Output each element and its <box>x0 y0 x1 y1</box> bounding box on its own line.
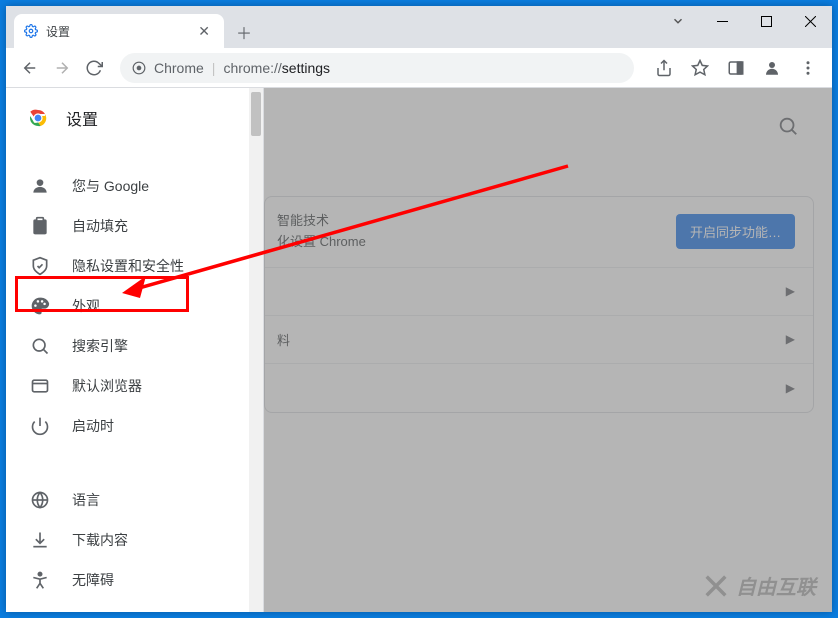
chrome-indicator-icon <box>132 61 146 75</box>
accessibility-icon <box>30 570 50 590</box>
url-path: chrome://settings <box>223 60 330 76</box>
sidebar-item-label: 自动填充 <box>72 216 128 236</box>
toolbar: Chrome | chrome://settings <box>6 48 832 88</box>
reload-button[interactable] <box>78 52 110 84</box>
sidebar-item-label: 默认浏览器 <box>72 376 142 396</box>
sidebar-item-appearance[interactable]: 外观 <box>6 286 263 326</box>
profile-button[interactable] <box>756 52 788 84</box>
sidebar-item-search-engine[interactable]: 搜索引擎 <box>6 326 263 366</box>
sidebar-item-label: 系统 <box>72 610 100 612</box>
chrome-logo-icon <box>26 106 50 130</box>
window-controls <box>656 6 832 36</box>
browser-icon <box>30 376 50 396</box>
sidebar-items-primary: 您与 Google 自动填充 隐私设置和安全性 外观 搜索引擎 <box>6 144 263 612</box>
browser-tab[interactable]: 设置 ✕ <box>14 14 224 48</box>
download-icon <box>30 530 50 550</box>
dimmed-overlay <box>264 88 832 612</box>
share-button[interactable] <box>648 52 680 84</box>
bookmark-button[interactable] <box>684 52 716 84</box>
clipboard-icon <box>30 216 50 236</box>
sidebar-item-label: 启动时 <box>72 416 114 436</box>
gear-icon <box>24 24 38 38</box>
sidebar-item-downloads[interactable]: 下载内容 <box>6 520 263 560</box>
shield-icon <box>30 256 50 276</box>
sidebar-item-on-startup[interactable]: 启动时 <box>6 406 263 446</box>
globe-icon <box>30 490 50 510</box>
minimize-button[interactable] <box>700 6 744 36</box>
sidebar-scrollbar[interactable] <box>249 88 263 612</box>
sidebar-item-label: 下载内容 <box>72 530 128 550</box>
settings-sidebar: 设置 您与 Google 自动填充 隐私设置和安全性 外观 <box>6 88 264 612</box>
sidebar-item-label: 搜索引擎 <box>72 336 128 356</box>
scrollbar-thumb[interactable] <box>251 92 261 136</box>
sidebar-title: 设置 <box>66 106 98 130</box>
palette-icon <box>30 296 50 316</box>
browser-window: 设置 ✕ ＋ <box>6 6 832 612</box>
sidebar-item-autofill[interactable]: 自动填充 <box>6 206 263 246</box>
url-host: Chrome <box>154 60 204 76</box>
sidebar-item-default-browser[interactable]: 默认浏览器 <box>6 366 263 406</box>
sidebar-item-label: 您与 Google <box>72 176 149 196</box>
sidebar-item-label: 语言 <box>72 490 100 510</box>
sidebar-item-privacy[interactable]: 隐私设置和安全性 <box>6 246 263 286</box>
sidebar-item-label: 隐私设置和安全性 <box>72 256 184 276</box>
new-tab-button[interactable]: ＋ <box>230 18 258 46</box>
sidebar-item-you-and-google[interactable]: 您与 Google <box>6 166 263 206</box>
sidebar-item-label: 无障碍 <box>72 570 114 590</box>
close-button[interactable] <box>788 6 832 36</box>
settings-main: 智能技术 化设置 Chrome 开启同步功能… ▶ 料▶ ▶ <box>264 88 832 612</box>
sidebar-item-accessibility[interactable]: 无障碍 <box>6 560 263 600</box>
side-panel-button[interactable] <box>720 52 752 84</box>
power-icon <box>30 416 50 436</box>
sidebar-item-system[interactable]: 系统 <box>6 600 263 612</box>
person-icon <box>30 176 50 196</box>
wrench-icon <box>30 610 50 612</box>
tab-title: 设置 <box>46 23 194 40</box>
maximize-button[interactable] <box>744 6 788 36</box>
search-icon <box>30 336 50 356</box>
titlebar: 设置 ✕ ＋ <box>6 6 832 48</box>
sidebar-item-languages[interactable]: 语言 <box>6 480 263 520</box>
sidebar-item-label: 外观 <box>72 296 100 316</box>
content-area: 设置 您与 Google 自动填充 隐私设置和安全性 外观 <box>6 88 832 612</box>
forward-button[interactable] <box>46 52 78 84</box>
sidebar-header: 设置 <box>6 88 263 144</box>
watermark: 自由互联 <box>702 571 816 600</box>
tab-search-button[interactable] <box>656 6 700 36</box>
menu-button[interactable] <box>792 52 824 84</box>
tab-close-icon[interactable]: ✕ <box>194 21 214 42</box>
back-button[interactable] <box>14 52 46 84</box>
address-bar[interactable]: Chrome | chrome://settings <box>120 53 634 83</box>
